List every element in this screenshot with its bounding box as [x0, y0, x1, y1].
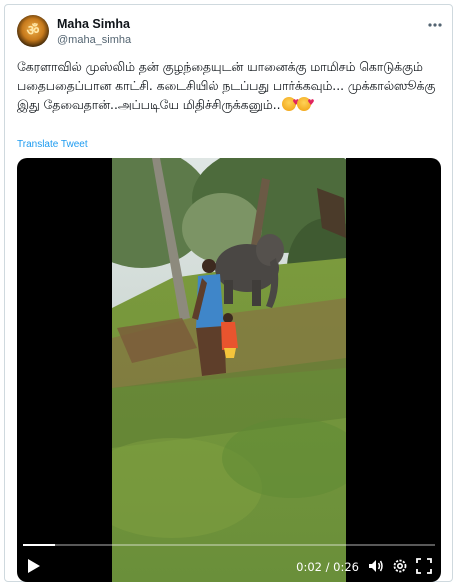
- fullscreen-icon[interactable]: [415, 557, 433, 575]
- more-horizontal-icon[interactable]: [425, 17, 445, 33]
- video-still-image: [112, 158, 346, 582]
- play-icon[interactable]: [27, 558, 41, 574]
- avatar-logo: ॐ: [26, 23, 40, 39]
- video-controls: 0:02 / 0:26: [17, 534, 441, 582]
- avatar[interactable]: ॐ: [17, 15, 49, 47]
- translate-tweet-link[interactable]: Translate Tweet: [17, 139, 88, 150]
- author-display-name[interactable]: Maha Simha: [57, 17, 130, 31]
- tweet-body: கேரளாவில் முஸ்லிம் தன் குழந்தையுடன் யானை…: [17, 60, 436, 112]
- video-progress-fill: [23, 544, 55, 546]
- video-time-display: 0:02 / 0:26: [296, 560, 359, 574]
- smiling-face-with-hearts-emoji: [296, 93, 315, 112]
- video-player[interactable]: 0:02 / 0:26: [17, 158, 441, 582]
- tweet-text: கேரளாவில் முஸ்லிம் தன் குழந்தையுடன் யானை…: [17, 58, 445, 115]
- smiling-face-with-hearts-emoji: [281, 93, 300, 112]
- video-frame: [112, 158, 346, 582]
- tweet-card: ॐ Maha Simha @maha_simha கேரளாவில் முஸ்ல…: [4, 4, 453, 582]
- author-handle[interactable]: @maha_simha: [57, 34, 131, 46]
- video-progress-bar[interactable]: [23, 544, 435, 546]
- volume-icon[interactable]: [367, 557, 385, 575]
- gear-icon[interactable]: [391, 557, 409, 575]
